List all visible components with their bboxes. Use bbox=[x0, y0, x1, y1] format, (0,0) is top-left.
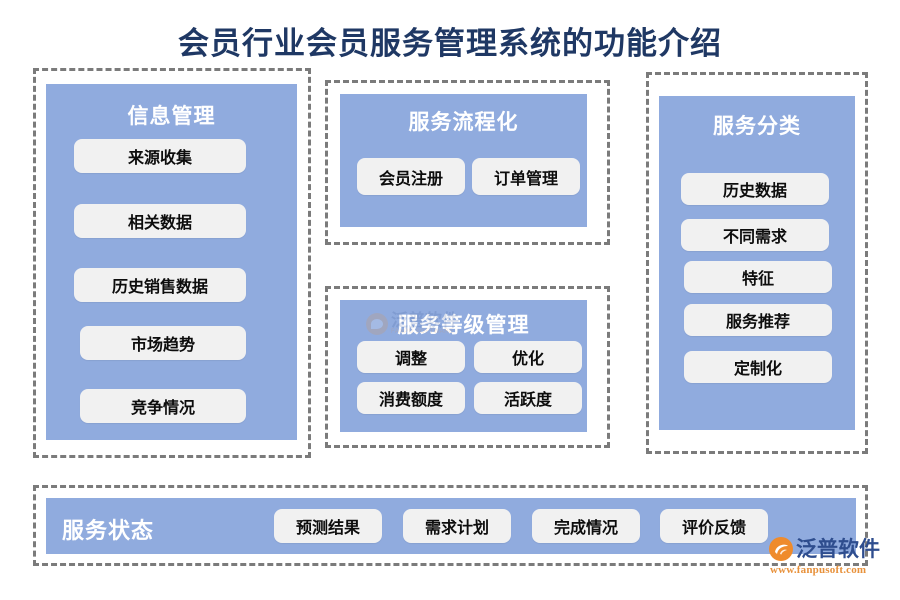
pill-label: 评价反馈 bbox=[681, 520, 746, 537]
pill-process-0[interactable]: 会员注册 bbox=[357, 158, 465, 195]
pill-label: 竞争情况 bbox=[130, 400, 195, 417]
panel-title-info-management: 信息管理 bbox=[127, 104, 216, 128]
pill-label: 优化 bbox=[511, 351, 544, 368]
pill-info-1[interactable]: 相关数据 bbox=[74, 204, 246, 238]
pill-label: 来源收集 bbox=[127, 150, 192, 167]
pill-level-3[interactable]: 活跃度 bbox=[474, 382, 582, 414]
page-title: 会员行业会员服务管理系统的功能介绍 bbox=[178, 26, 722, 61]
pill-category-0[interactable]: 历史数据 bbox=[681, 173, 829, 205]
pill-status-2[interactable]: 完成情况 bbox=[532, 509, 640, 543]
pill-level-2[interactable]: 消费额度 bbox=[357, 382, 465, 414]
panel-info-management: 信息管理 bbox=[46, 84, 297, 440]
fanpu-logo-icon bbox=[768, 536, 794, 562]
pill-status-3[interactable]: 评价反馈 bbox=[660, 509, 768, 543]
pill-label: 消费额度 bbox=[378, 392, 443, 409]
pill-label: 不同需求 bbox=[722, 229, 787, 246]
pill-category-1[interactable]: 不同需求 bbox=[681, 219, 829, 251]
pill-label: 订单管理 bbox=[493, 170, 558, 188]
pill-category-2[interactable]: 特征 bbox=[684, 261, 832, 293]
pill-label: 历史销售数据 bbox=[111, 279, 208, 296]
panel-title-service-level: 服务等级管理 bbox=[397, 313, 530, 337]
brand-url: www.fanpusoft.com bbox=[770, 564, 867, 576]
pill-process-1[interactable]: 订单管理 bbox=[472, 158, 580, 195]
pill-label: 相关数据 bbox=[127, 215, 192, 232]
pill-label: 历史数据 bbox=[722, 183, 787, 200]
pill-level-1[interactable]: 优化 bbox=[474, 341, 582, 373]
pill-label: 定制化 bbox=[733, 361, 782, 378]
pill-info-3[interactable]: 市场趋势 bbox=[80, 326, 246, 360]
pill-status-0[interactable]: 预测结果 bbox=[274, 509, 382, 543]
pill-info-2[interactable]: 历史销售数据 bbox=[74, 268, 246, 302]
brand-name: 泛普软件 bbox=[796, 536, 880, 561]
pill-info-0[interactable]: 来源收集 bbox=[74, 139, 246, 173]
pill-label: 服务推荐 bbox=[725, 314, 790, 331]
pill-category-4[interactable]: 定制化 bbox=[684, 351, 832, 383]
pill-level-0[interactable]: 调整 bbox=[357, 341, 465, 373]
pill-label: 活跃度 bbox=[503, 392, 552, 409]
brand-watermark-row: 泛普软件 bbox=[768, 536, 880, 562]
pill-label: 会员注册 bbox=[378, 170, 443, 188]
pill-label: 市场趋势 bbox=[130, 337, 195, 354]
panel-title-service-status: 服务状态 bbox=[62, 518, 155, 543]
infographic-canvas: 会员行业会员服务管理系统的功能介绍 信息管理 来源收集 相关数据 历史销售数据 … bbox=[0, 0, 900, 600]
pill-label: 完成情况 bbox=[553, 520, 618, 537]
pill-label: 调整 bbox=[394, 351, 427, 368]
pill-label: 预测结果 bbox=[295, 520, 360, 537]
pill-info-4[interactable]: 竞争情况 bbox=[80, 389, 246, 423]
pill-label: 需求计划 bbox=[424, 520, 489, 537]
pill-label: 特征 bbox=[741, 271, 774, 288]
panel-title-service-process: 服务流程化 bbox=[408, 110, 519, 134]
brand-watermark: 泛普软件 www.fanpusoft.com bbox=[768, 536, 898, 576]
pill-status-1[interactable]: 需求计划 bbox=[403, 509, 511, 543]
pill-category-3[interactable]: 服务推荐 bbox=[684, 304, 832, 336]
panel-title-service-category: 服务分类 bbox=[713, 114, 801, 138]
